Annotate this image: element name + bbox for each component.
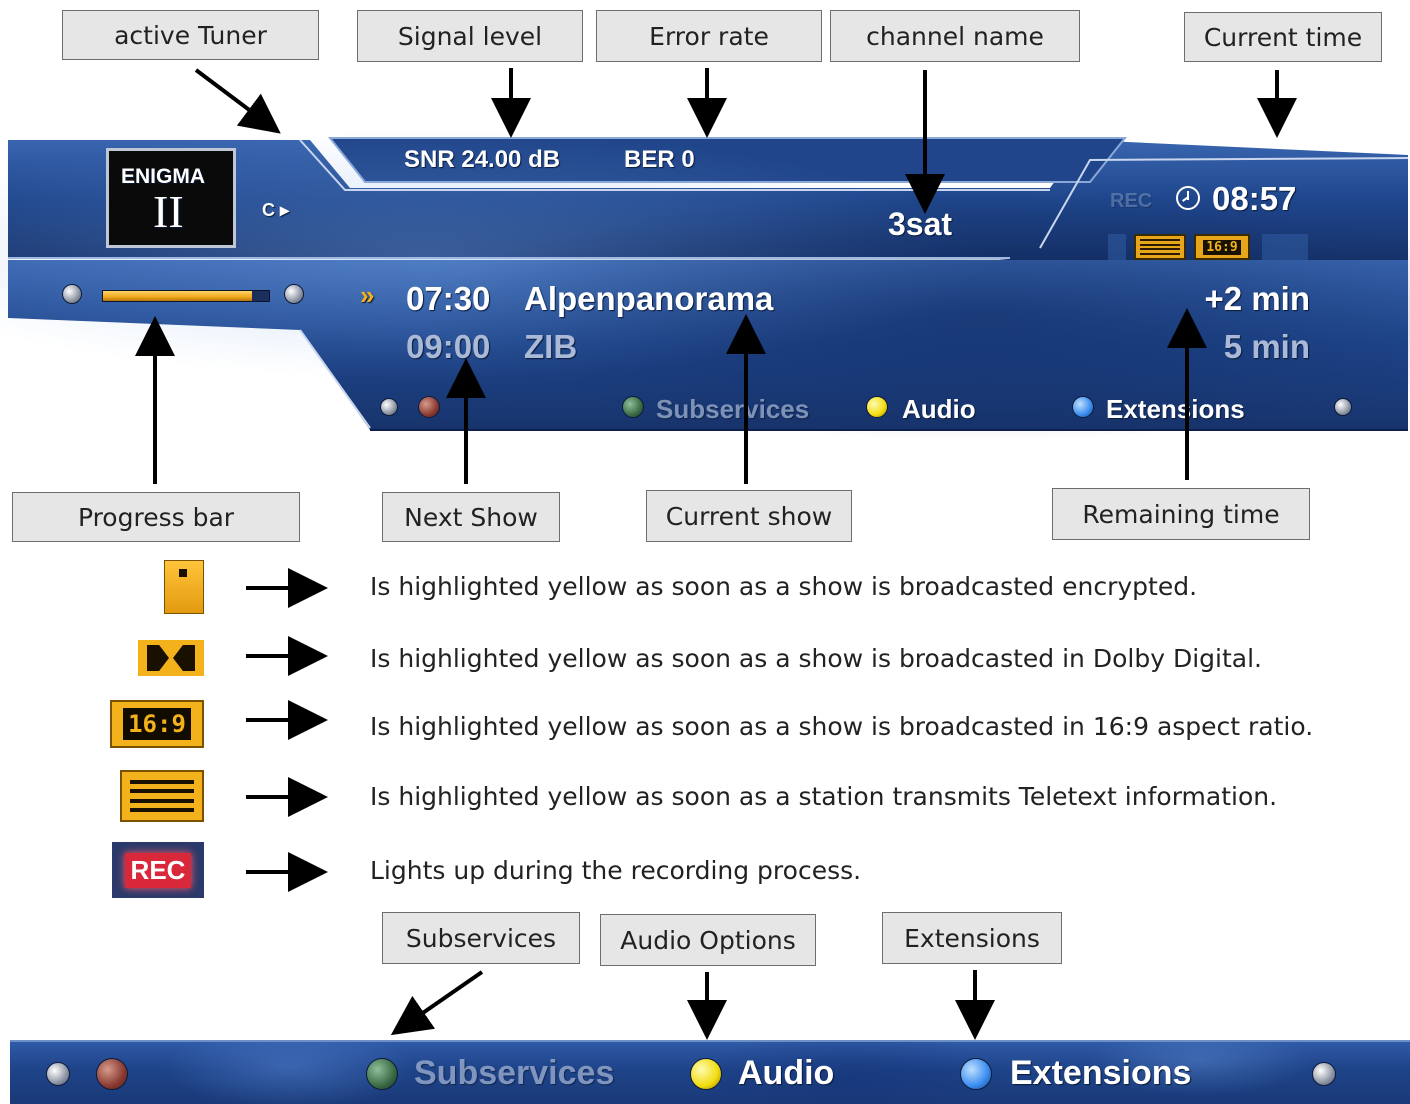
annotation-arrows: [135, 68, 1297, 1040]
arrow-active-tuner: [194, 68, 281, 134]
arrow-subservices: [390, 970, 484, 1036]
